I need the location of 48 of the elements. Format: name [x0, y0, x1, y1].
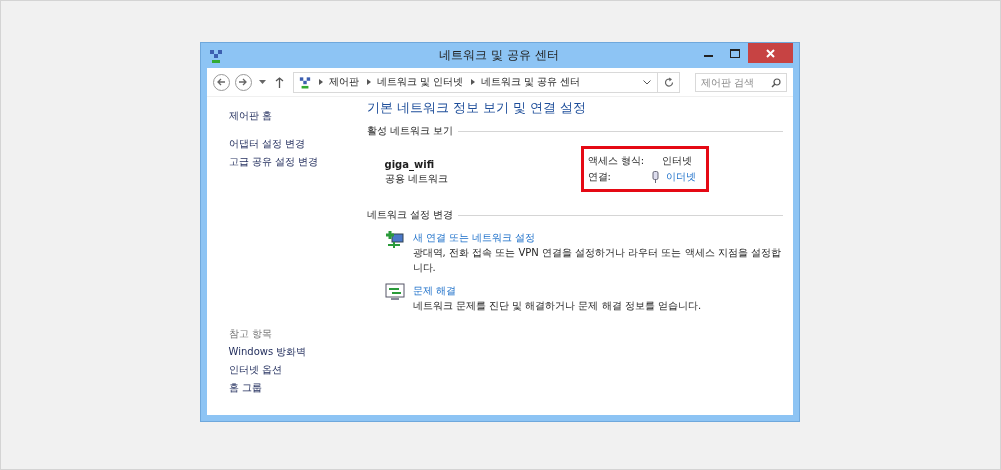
ethernet-link[interactable]: 이더넷	[665, 169, 696, 185]
refresh-icon	[663, 76, 674, 88]
forward-button[interactable]	[234, 73, 252, 91]
breadcrumb[interactable]: 제어판	[328, 75, 359, 89]
search-field[interactable]: 제어판 검색	[694, 72, 787, 92]
task-description: 광대역, 전화 접속 또는 VPN 연결을 설정하거나 라우터 또는 액세스 지점을 설정합니다.	[412, 246, 782, 275]
maximize-icon	[729, 48, 740, 58]
breadcrumb[interactable]: 네트워크 및 인터넷	[376, 75, 463, 89]
search-icon	[770, 77, 781, 88]
network-category: 공용 네트워크	[384, 172, 449, 186]
task-link[interactable]: 새 연결 또는 네트워크 설정	[412, 230, 783, 245]
sidebar-link[interactable]: 고급 공유 설정 변경	[228, 153, 361, 171]
chevron-icon	[318, 79, 323, 85]
recent-locations-button[interactable]	[256, 80, 268, 84]
section-heading: 네트워크 설정 변경	[366, 208, 453, 222]
chevron-icon	[366, 79, 371, 85]
sidebar-link[interactable]: Windows 방화벽	[228, 343, 361, 361]
access-type-value: 인터넷	[661, 154, 692, 168]
ethernet-icon	[651, 171, 659, 183]
dropdown-icon	[642, 79, 651, 85]
see-also-heading: 참고 항목	[228, 327, 273, 341]
connection-label: 연결:	[587, 170, 612, 184]
sidebar-link[interactable]: 홈 그룹	[228, 379, 361, 397]
chevron-icon	[470, 79, 475, 85]
close-icon	[765, 48, 775, 58]
sidebar-link[interactable]: 인터넷 옵션	[228, 361, 361, 379]
close-button[interactable]	[747, 43, 793, 63]
access-type-label: 액세스 형식:	[587, 154, 646, 168]
back-arrow-icon	[216, 77, 226, 87]
task-description: 네트워크 문제를 진단 및 해결하거나 문제 해결 정보를 얻습니다.	[412, 299, 703, 313]
page-heading: 기본 네트워크 정보 보기 및 연결 설정	[366, 99, 588, 117]
back-button[interactable]	[212, 73, 230, 91]
breadcrumb[interactable]: 네트워크 및 공유 센터	[480, 75, 581, 89]
caret-icon	[258, 80, 266, 84]
network-icon	[208, 48, 223, 63]
new-connection-icon	[384, 230, 405, 250]
task-link[interactable]: 문제 해결	[412, 283, 783, 298]
sidebar-link[interactable]: 제어판 홈	[228, 107, 361, 125]
network-icon	[298, 75, 311, 89]
up-arrow-icon	[274, 76, 284, 88]
sidebar-link[interactable]: 어댑터 설정 변경	[228, 135, 361, 153]
forward-arrow-icon	[238, 77, 248, 87]
section-heading: 활성 네트워크 보기	[366, 124, 453, 138]
address-field[interactable]: 제어판 네트워크 및 인터넷 네트워크 및 공유 센터	[292, 71, 680, 93]
network-name: giga_wifi	[384, 158, 436, 172]
monitor-icon	[384, 283, 405, 301]
minimize-icon	[704, 54, 713, 57]
window-title: 네트워크 및 공유 센터	[439, 47, 559, 64]
